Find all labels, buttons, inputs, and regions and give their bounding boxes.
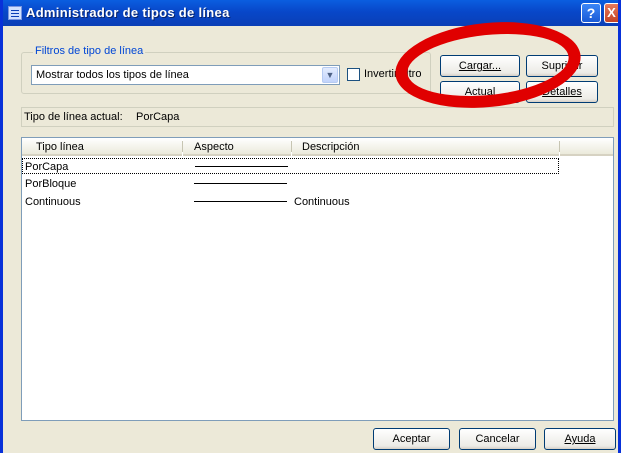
help-icon[interactable]: ? [581,3,601,23]
title-bar[interactable]: Administrador de tipos de línea ? X [3,0,618,26]
cancel-button[interactable]: Cancelar [459,428,536,450]
column-header-description[interactable]: Descripción [292,138,559,156]
aspect-line [195,166,288,167]
filters-group-label: Filtros de tipo de línea [33,45,146,57]
app-icon [8,6,22,20]
window-title: Administrador de tipos de línea [26,5,230,20]
linetype-list[interactable]: Tipo línea Aspecto Descripción PorCapa P… [21,137,614,421]
chevron-down-icon[interactable]: ▼ [322,67,338,83]
close-icon[interactable]: X [604,3,618,23]
help-button[interactable]: Ayuda [544,428,616,450]
column-header-aspect-label: Aspecto [194,141,234,153]
linetype-manager-dialog: Administrador de tipos de línea ? X Filt… [0,0,621,453]
current-linetype-label: Tipo de línea actual: [24,111,123,123]
cancel-button-label: Cancelar [475,433,520,445]
row-name: PorBloque [25,178,77,190]
aspect-line [194,183,287,184]
aspect-line [194,201,287,202]
table-row[interactable]: PorCapa [22,158,559,174]
invert-filter-checkbox[interactable] [347,68,360,81]
row-name: Continuous [25,196,81,208]
column-header-linetype[interactable]: Tipo línea [22,138,182,156]
current-linetype-bar: Tipo de línea actual: PorCapa [21,107,614,127]
accept-button-label: Aceptar [392,433,431,445]
column-header-aspect[interactable]: Aspecto [183,138,291,156]
accept-button[interactable]: Aceptar [373,428,450,450]
row-description: Continuous [294,196,350,208]
linetype-filter-select[interactable]: Mostrar todos los tipos de línea ▼ [31,65,340,85]
filter-selected-value: Mostrar todos los tipos de línea [36,69,189,81]
help-button-label: Ayuda [564,433,596,445]
table-row[interactable]: PorBloque [22,176,559,192]
current-linetype-value: PorCapa [136,111,180,123]
column-header-description-label: Descripción [302,141,360,153]
row-name: PorCapa [25,161,69,173]
column-header-empty [560,138,613,156]
column-header-linetype-label: Tipo línea [36,141,84,153]
table-row[interactable]: Continuous Continuous [22,194,559,210]
